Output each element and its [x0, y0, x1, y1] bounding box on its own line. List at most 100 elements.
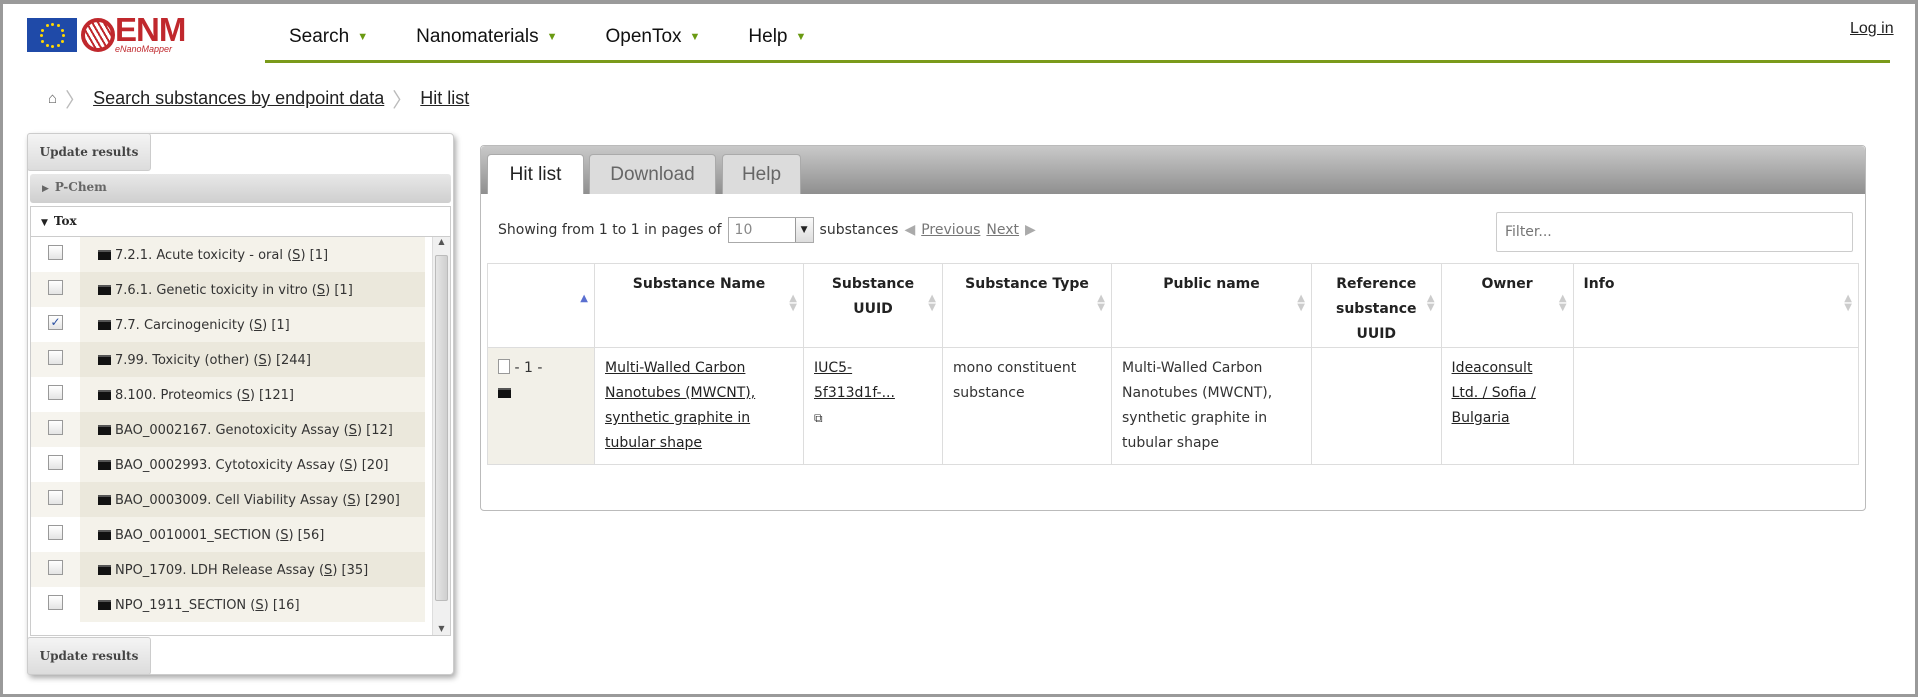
public-name-cell: Multi-Walled Carbon Nanotubes (MWCNT), s… [1111, 347, 1312, 465]
update-results-button-bottom[interactable]: Update results [27, 637, 151, 675]
star-icon [60, 28, 64, 32]
endpoint-label: 7.99. Toxicity (other) (S) [244] [80, 342, 425, 377]
filter-input[interactable] [1496, 212, 1853, 252]
endpoint-item: ✓ 7.7. Carcinogenicity (S) [1] [31, 307, 450, 342]
endpoint-checkbox[interactable] [48, 595, 63, 610]
endpoint-checkbox[interactable] [48, 490, 63, 505]
row-index: - 1 - [514, 360, 543, 376]
copy-icon[interactable]: ⧉ [814, 411, 823, 425]
col-info[interactable]: Info ▲ ▼ [1572, 263, 1860, 348]
column-header: Substance Type [965, 276, 1089, 292]
row-checkbox[interactable] [498, 359, 510, 374]
star-icon [45, 43, 49, 47]
endpoint-s-link[interactable]: S [242, 388, 250, 403]
endpoint-checkbox[interactable] [48, 525, 63, 540]
endpoint-checkbox[interactable] [48, 385, 63, 400]
endpoint-checkbox-cell [31, 447, 80, 482]
substance-name-link[interactable]: Multi-Walled Carbon Nanotubes (MWCNT), s… [605, 360, 755, 451]
endpoint-checkbox-cell [31, 482, 80, 517]
home-icon[interactable]: ⌂ [48, 90, 57, 107]
folder-icon [98, 530, 111, 540]
nav-nanomaterials[interactable]: Nanomaterials ▼ [392, 22, 557, 60]
col-select[interactable]: ▲ [487, 263, 595, 348]
endpoint-s-link[interactable]: S [254, 318, 262, 333]
col-reference-uuid[interactable]: Reference substance UUID ▲ ▼ [1311, 263, 1442, 348]
endpoint-checkbox[interactable]: ✓ [48, 315, 63, 330]
logo[interactable]: ENM eNanoMapper [27, 13, 212, 54]
page-size-value: 10 [734, 222, 753, 238]
update-results-button[interactable]: Update results [27, 133, 151, 171]
endpoint-count: ) [1] [325, 283, 353, 298]
info-cell [1572, 347, 1860, 465]
star-icon [45, 24, 49, 28]
folder-icon [98, 460, 111, 470]
star-icon [56, 24, 60, 28]
endpoint-s-link[interactable]: S [255, 598, 263, 613]
endpoint-list: 7.2.1. Acute toxicity - oral (S) [1] 7.6… [30, 236, 451, 636]
column-header: Substance Name [632, 276, 766, 292]
endpoint-count: ) [16] [263, 598, 300, 613]
endpoint-name: NPO_1709. LDH Release Assay ( [115, 563, 325, 578]
breadcrumb-search[interactable]: Search substances by endpoint data [93, 88, 384, 109]
next-arrow-icon[interactable]: ▶ [1025, 222, 1036, 238]
scroll-down-icon[interactable]: ▼ [433, 624, 450, 633]
nav-opentox[interactable]: OpenTox ▼ [581, 22, 700, 60]
folder-icon [98, 565, 111, 575]
login-link[interactable]: Log in [1850, 20, 1894, 38]
folder-icon [98, 250, 111, 260]
star-icon [41, 39, 45, 43]
endpoint-item: NPO_1709. LDH Release Assay (S) [35] [31, 552, 450, 587]
col-owner[interactable]: Owner ▲ ▼ [1440, 263, 1574, 348]
endpoint-checkbox[interactable] [48, 350, 63, 365]
column-header: Owner [1481, 276, 1533, 292]
nav-label: Help [748, 26, 788, 47]
folder-icon [98, 425, 111, 435]
endpoint-s-link[interactable]: S [349, 423, 357, 438]
column-header: Reference substance UUID [1336, 276, 1417, 342]
owner-link[interactable]: Ideaconsult Ltd. / Sofia / Bulgaria [1452, 360, 1536, 426]
caret-down-icon: ▼ [546, 31, 558, 43]
next-link[interactable]: Next [986, 222, 1019, 238]
nav-help[interactable]: Help ▼ [724, 22, 806, 60]
col-public-name[interactable]: Public name ▲ ▼ [1111, 263, 1312, 348]
previous-arrow-icon[interactable]: ◀ [904, 222, 915, 238]
folder-icon[interactable] [498, 388, 511, 398]
folder-icon [98, 495, 111, 505]
col-substance-uuid[interactable]: Substance UUID ▲ ▼ [803, 263, 943, 348]
endpoint-checkbox-cell [31, 587, 80, 622]
nav-search[interactable]: Search ▼ [265, 22, 368, 60]
showing-text: Showing from 1 to 1 in pages of [498, 222, 722, 238]
tab-hit-list[interactable]: Hit list [487, 154, 584, 194]
previous-link[interactable]: Previous [921, 222, 980, 238]
endpoint-checkbox[interactable] [48, 455, 63, 470]
endpoint-s-link[interactable]: S [317, 283, 325, 298]
endpoint-item: NPO_1911_SECTION (S) [16] [31, 587, 450, 622]
endpoint-checkbox[interactable] [48, 245, 63, 260]
col-substance-type[interactable]: Substance Type ▲ ▼ [942, 263, 1112, 348]
tab-download[interactable]: Download [589, 154, 716, 194]
group-tox[interactable]: ▼ Tox [30, 206, 451, 236]
page-size-select[interactable]: 10 ▼ [727, 217, 814, 243]
group-pchem[interactable]: ▶ P-Chem [30, 174, 451, 203]
endpoint-item: 7.6.1. Genetic toxicity in vitro (S) [1] [31, 272, 450, 307]
star-icon [40, 34, 43, 37]
scroll-up-icon[interactable]: ▲ [433, 237, 450, 246]
substance-uuid-link[interactable]: IUC5-5f313d1f-... [814, 360, 895, 401]
nav-label: Nanomaterials [416, 26, 539, 47]
breadcrumb-hitlist[interactable]: Hit list [420, 88, 469, 109]
endpoint-name: NPO_1911_SECTION ( [115, 598, 256, 613]
endpoint-s-link[interactable]: S [344, 458, 352, 473]
endpoint-checkbox[interactable] [48, 280, 63, 295]
scrollbar-thumb[interactable] [435, 255, 448, 601]
endpoint-s-link[interactable]: S [258, 353, 266, 368]
endpoint-checkbox[interactable] [48, 420, 63, 435]
sort-icon: ▲ ▼ [1558, 293, 1567, 313]
endpoint-s-link[interactable]: S [347, 493, 355, 508]
tab-help[interactable]: Help [722, 154, 801, 194]
endpoint-checkbox-cell: ✓ [31, 307, 80, 342]
endpoint-checkbox[interactable] [48, 560, 63, 575]
sort-icon: ▲ ▼ [1097, 293, 1105, 313]
col-substance-name[interactable]: Substance Name ▲ ▼ [594, 263, 804, 348]
scrollbar[interactable]: ▲ ▼ [432, 237, 450, 635]
endpoint-count: ) [20] [352, 458, 389, 473]
